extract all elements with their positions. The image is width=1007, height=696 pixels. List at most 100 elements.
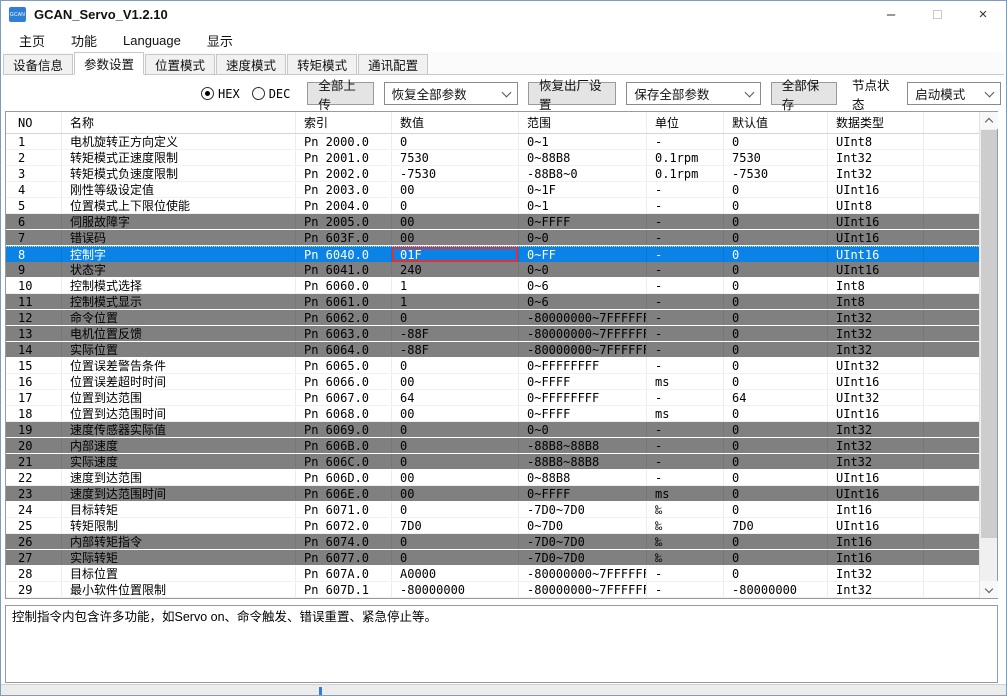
save-all-button[interactable]: 全部保存 bbox=[771, 82, 837, 105]
cell-no: 24 bbox=[6, 502, 62, 517]
table-row[interactable]: 19速度传感器实际值Pn 6069.000~0-0Int32 bbox=[6, 422, 979, 438]
upload-all-button[interactable]: 全部上传 bbox=[307, 82, 373, 105]
table-row[interactable]: 23速度到达范围时间Pn 606E.0000~FFFFms0UInt16 bbox=[6, 486, 979, 502]
cell-no: 3 bbox=[6, 166, 62, 181]
cell-default: 0 bbox=[724, 262, 828, 277]
cell-index: Pn 6069.0 bbox=[296, 422, 392, 437]
menu-item-2[interactable]: Language bbox=[123, 33, 181, 48]
table-row[interactable]: 13电机位置反馈Pn 6063.0-88F-80000000~7FFFFFFF-… bbox=[6, 326, 979, 342]
table-row[interactable]: 11控制模式显示Pn 6061.010~6-0Int8 bbox=[6, 294, 979, 310]
table-row[interactable]: 1电机旋转正方向定义Pn 2000.000~1-0UInt8 bbox=[6, 134, 979, 150]
table-row[interactable]: 3转矩模式负速度限制Pn 2002.0-7530-88B8~00.1rpm-75… bbox=[6, 166, 979, 182]
menu-item-0[interactable]: 主页 bbox=[19, 31, 45, 50]
column-header-4[interactable]: 范围 bbox=[519, 112, 647, 133]
cell-type: UInt32 bbox=[828, 358, 924, 373]
table-row[interactable]: 7错误码Pn 603F.0000~0-0UInt16 bbox=[6, 230, 979, 246]
table-row[interactable]: 16位置误差超时时间Pn 6066.0000~FFFFms0UInt16 bbox=[6, 374, 979, 390]
cell-value: 0 bbox=[392, 358, 519, 373]
table-row[interactable]: 8控制字Pn 6040.001F0~FF-0UInt16 bbox=[6, 246, 979, 262]
save-all-params-combo[interactable]: 保存全部参数 bbox=[626, 82, 760, 105]
cell-value: -88F bbox=[392, 342, 519, 357]
tab-3[interactable]: 速度模式 bbox=[216, 54, 286, 74]
cell-no: 16 bbox=[6, 374, 62, 389]
table-row[interactable]: 27实际转矩Pn 6077.00-7D0~7D0‰0Int16 bbox=[6, 550, 979, 566]
maximize-button[interactable] bbox=[914, 1, 960, 28]
table-row[interactable]: 28目标位置Pn 607A.0A0000-80000000~7FFFFFFF-0… bbox=[6, 566, 979, 582]
cell-name: 状态字 bbox=[62, 262, 296, 277]
table-row[interactable]: 15位置误差警告条件Pn 6065.000~FFFFFFFF-0UInt32 bbox=[6, 358, 979, 374]
column-header-5[interactable]: 单位 bbox=[647, 112, 724, 133]
column-header-7[interactable]: 数据类型 bbox=[828, 112, 924, 133]
cell-name: 内部速度 bbox=[62, 438, 296, 453]
cell-index: Pn 606C.0 bbox=[296, 454, 392, 469]
tab-5[interactable]: 通讯配置 bbox=[358, 54, 428, 74]
tab-1[interactable]: 参数设置 bbox=[74, 52, 144, 75]
dec-radio[interactable]: DEC bbox=[252, 87, 291, 101]
scroll-down-button[interactable] bbox=[980, 581, 998, 598]
table-row[interactable]: 20内部速度Pn 606B.00-88B8~88B8-0Int32 bbox=[6, 438, 979, 454]
cell-value: 0 bbox=[392, 454, 519, 469]
cell-index: Pn 6071.0 bbox=[296, 502, 392, 517]
table-row[interactable]: 2转矩模式正速度限制Pn 2001.075300~88B80.1rpm7530I… bbox=[6, 150, 979, 166]
cell-range: 0~88B8 bbox=[519, 150, 647, 165]
table-row[interactable]: 14实际位置Pn 6064.0-88F-80000000~7FFFFFFF-0I… bbox=[6, 342, 979, 358]
table-row[interactable]: 6伺服故障字Pn 2005.0000~FFFF-0UInt16 bbox=[6, 214, 979, 230]
cell-no: 10 bbox=[6, 278, 62, 293]
column-header-3[interactable]: 数值 bbox=[392, 112, 519, 133]
scrollbar-thumb[interactable] bbox=[981, 130, 997, 538]
cell-value: 0 bbox=[392, 198, 519, 213]
cell-index: Pn 606B.0 bbox=[296, 438, 392, 453]
cell-name: 错误码 bbox=[62, 230, 296, 245]
vertical-scrollbar[interactable] bbox=[979, 112, 997, 598]
table-row[interactable]: 12命令位置Pn 6062.00-80000000~7FFFFFFF-0Int3… bbox=[6, 310, 979, 326]
tab-2[interactable]: 位置模式 bbox=[145, 54, 215, 74]
minimize-button[interactable]: – bbox=[868, 1, 914, 28]
cell-index: Pn 6040.0 bbox=[296, 247, 392, 262]
cell-no: 9 bbox=[6, 262, 62, 277]
cell-unit: - bbox=[647, 182, 724, 197]
column-header-6[interactable]: 默认值 bbox=[724, 112, 828, 133]
scroll-up-button[interactable] bbox=[980, 112, 998, 129]
cell-default: 0 bbox=[724, 310, 828, 325]
table-row[interactable]: 25转矩限制Pn 6072.07D00~7D0‰7D0UInt16 bbox=[6, 518, 979, 534]
cell-type: UInt16 bbox=[828, 470, 924, 485]
column-header-1[interactable]: 名称 bbox=[62, 112, 296, 133]
cell-index: Pn 6060.0 bbox=[296, 278, 392, 293]
tab-4[interactable]: 转矩模式 bbox=[287, 54, 357, 74]
cell-type: Int32 bbox=[828, 326, 924, 341]
table-row[interactable]: 26内部转矩指令Pn 6074.00-7D0~7D0‰0Int16 bbox=[6, 534, 979, 550]
table-row[interactable]: 22速度到达范围Pn 606D.0000~88B8-0UInt16 bbox=[6, 470, 979, 486]
table-row[interactable]: 4刚性等级设定值Pn 2003.0000~1F-0UInt16 bbox=[6, 182, 979, 198]
hex-radio[interactable]: HEX bbox=[201, 87, 240, 101]
tab-0[interactable]: 设备信息 bbox=[3, 54, 73, 74]
cell-name: 转矩模式正速度限制 bbox=[62, 150, 296, 165]
cell-no: 2 bbox=[6, 150, 62, 165]
table-row[interactable]: 9状态字Pn 6041.02400~0-0UInt16 bbox=[6, 262, 979, 278]
cell-value: 64 bbox=[392, 390, 519, 405]
table-row[interactable]: 21实际速度Pn 606C.00-88B8~88B8-0Int32 bbox=[6, 454, 979, 470]
cell-value: 00 bbox=[392, 470, 519, 485]
cell-unit: - bbox=[647, 390, 724, 405]
window-title: GCAN_Servo_V1.2.10 bbox=[34, 7, 168, 22]
menu-item-1[interactable]: 功能 bbox=[71, 31, 97, 50]
column-header-2[interactable]: 索引 bbox=[296, 112, 392, 133]
cell-default: 0 bbox=[724, 214, 828, 229]
chevron-down-icon bbox=[985, 584, 993, 592]
column-header-0[interactable]: NO bbox=[6, 112, 62, 133]
factory-reset-button[interactable]: 恢复出厂设置 bbox=[528, 82, 616, 105]
restore-all-params-combo[interactable]: 恢复全部参数 bbox=[384, 82, 518, 105]
cell-unit: - bbox=[647, 438, 724, 453]
cell-type: Int16 bbox=[828, 502, 924, 517]
close-button[interactable]: × bbox=[960, 1, 1006, 28]
menu-item-3[interactable]: 显示 bbox=[207, 31, 233, 50]
cell-range: 0~6 bbox=[519, 294, 647, 309]
table-row[interactable]: 18位置到达范围时间Pn 6068.0000~FFFFms0UInt16 bbox=[6, 406, 979, 422]
table-row[interactable]: 29最小软件位置限制Pn 607D.1-80000000-80000000~7F… bbox=[6, 582, 979, 598]
table-row[interactable]: 24目标转矩Pn 6071.00-7D0~7D0‰0Int16 bbox=[6, 502, 979, 518]
table-row[interactable]: 5位置模式上下限位使能Pn 2004.000~1-0UInt8 bbox=[6, 198, 979, 214]
cell-name: 转矩模式负速度限制 bbox=[62, 166, 296, 181]
node-status-combo[interactable]: 启动模式 bbox=[907, 82, 1001, 105]
table-row[interactable]: 10控制模式选择Pn 6060.010~6-0Int8 bbox=[6, 278, 979, 294]
cell-default: 0 bbox=[724, 406, 828, 421]
table-row[interactable]: 17位置到达范围Pn 6067.0640~FFFFFFFF-64UInt32 bbox=[6, 390, 979, 406]
